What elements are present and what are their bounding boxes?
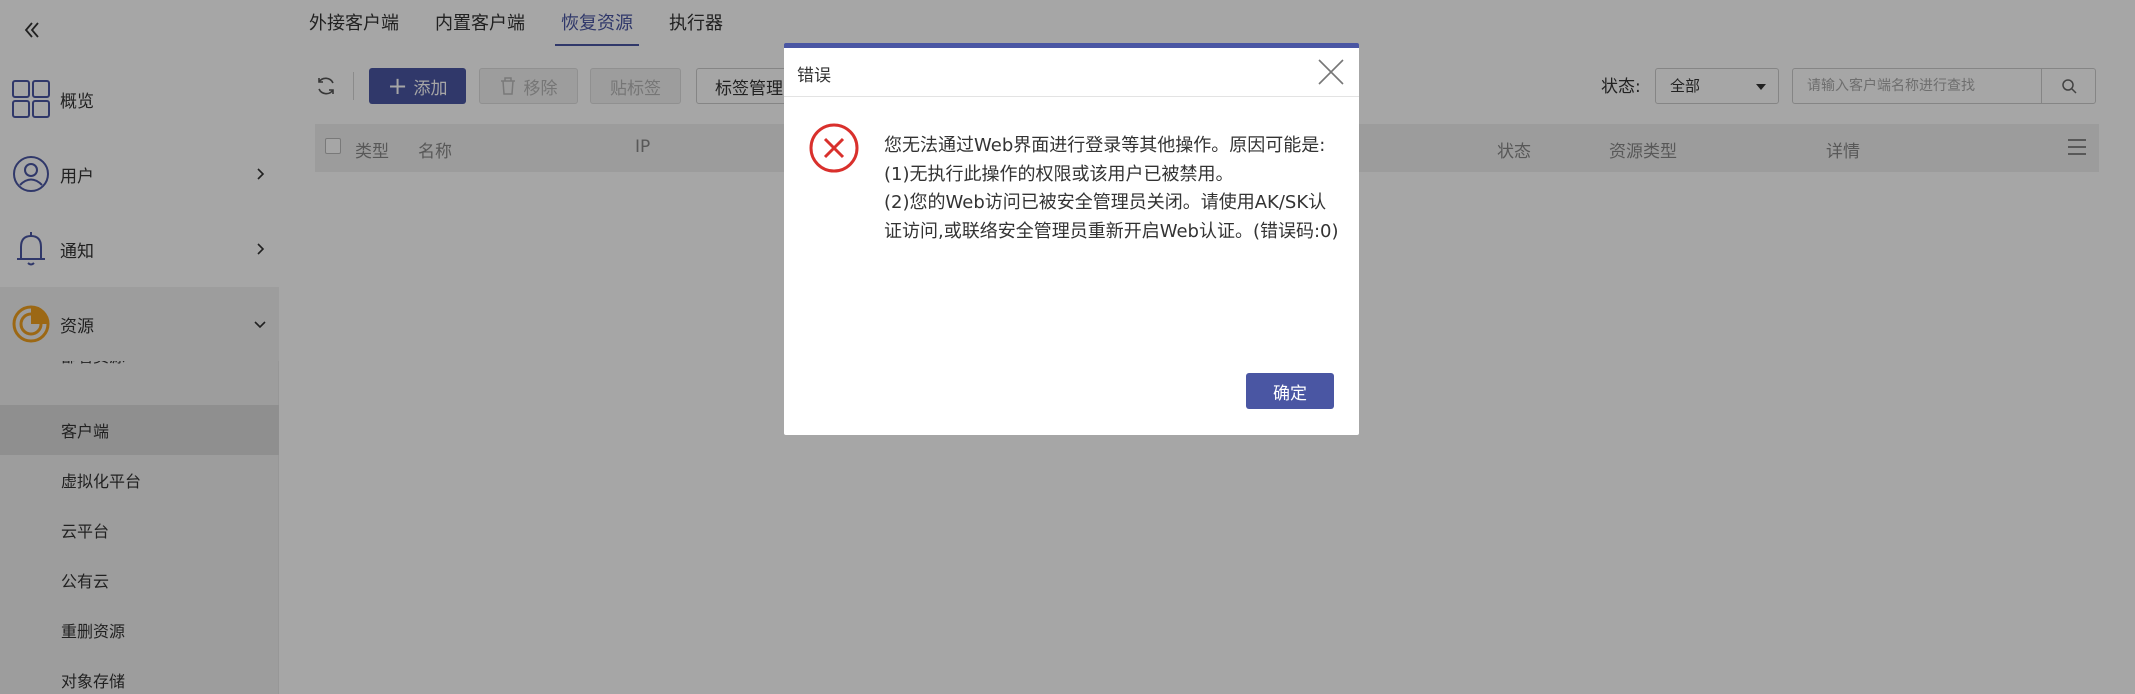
error-icon	[808, 122, 860, 174]
dialog-message-line: (2)您的Web访问已被安全管理员关闭。请使用AK/SK认证访问,或联络安全管理…	[884, 192, 1339, 242]
dialog-message-line: 您无法通过Web界面进行登录等其他操作。原因可能是:	[884, 135, 1326, 156]
dialog-message: 您无法通过Web界面进行登录等其他操作。原因可能是: (1)无执行此操作的权限或…	[884, 132, 1344, 246]
error-dialog: 错误 您无法通过Web界面进行登录等其他操作。原因可能是: (1)无执行此操作的…	[784, 43, 1359, 435]
dialog-message-line: (1)无执行此操作的权限或该用户已被禁用。	[884, 163, 1234, 185]
dialog-header: 错误	[784, 48, 1359, 97]
close-icon[interactable]	[1317, 58, 1345, 86]
dialog-title: 错误	[797, 66, 831, 86]
confirm-button[interactable]: 确定	[1246, 373, 1334, 409]
